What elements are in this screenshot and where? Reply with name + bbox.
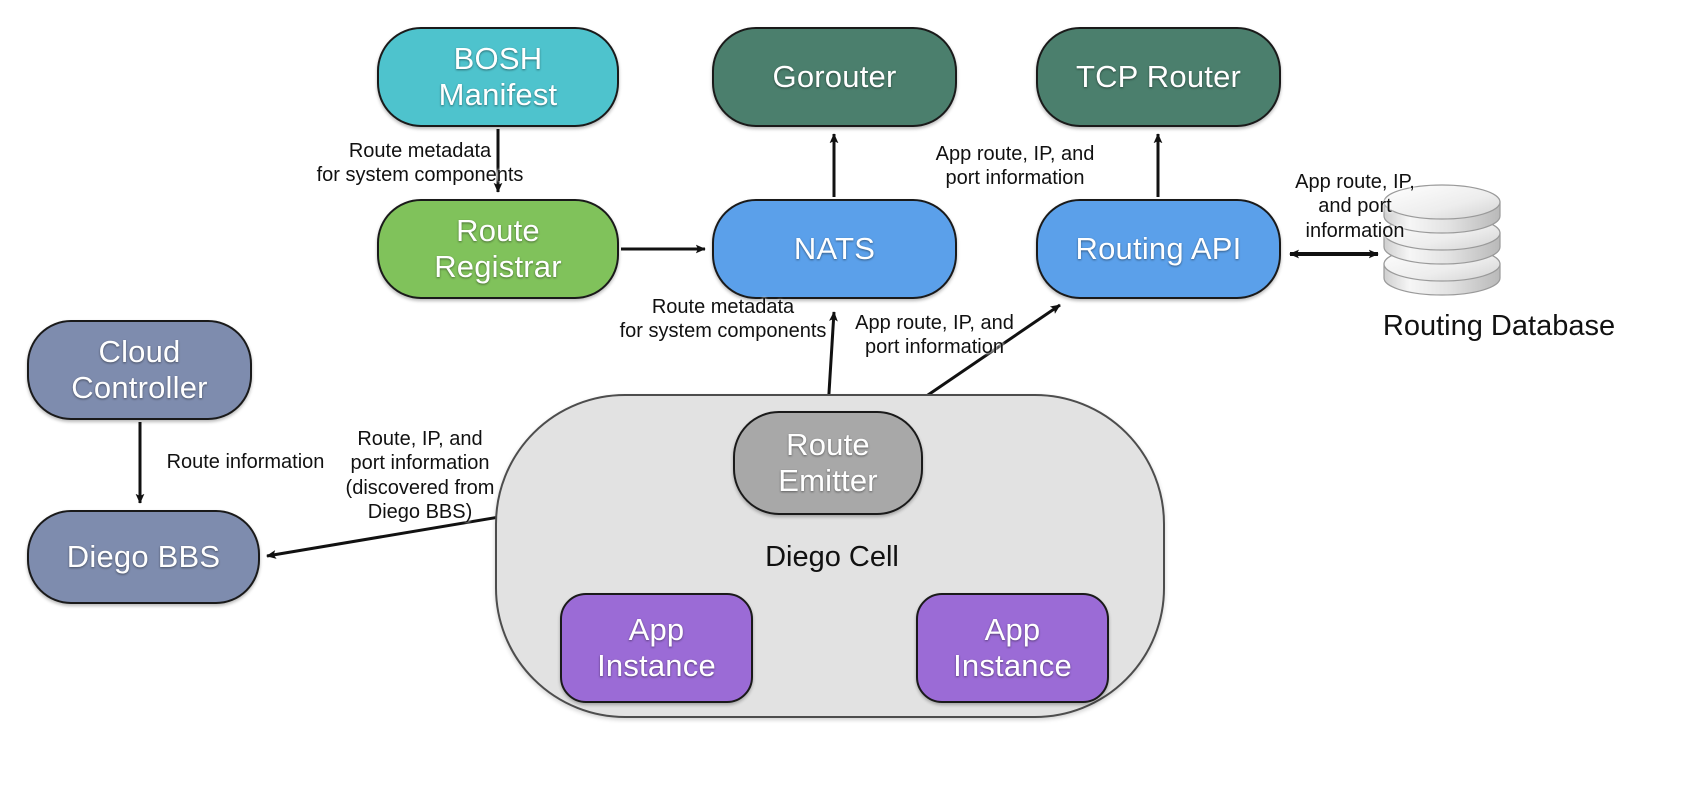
edge-label-bosh-to-registrar: Route metadata for system components [316, 140, 524, 187]
edge-label-cc-to-bbs: Route information [166, 451, 325, 473]
edge-label-nats-to-gorouter: App route, IP, and port information [935, 143, 1095, 190]
diego-cell-label: Diego Cell [765, 541, 899, 573]
node-routing-api[interactable]: Routing API [1036, 199, 1281, 299]
node-label: Routing API [1075, 231, 1242, 267]
node-label: App Instance [953, 612, 1072, 683]
node-nats[interactable]: NATS [712, 199, 957, 299]
edge-label-routingapi-to-db: App route, IP, and port information [1295, 171, 1415, 242]
node-tcp-router[interactable]: TCP Router [1036, 27, 1281, 127]
node-gorouter[interactable]: Gorouter [712, 27, 957, 127]
node-label: App Instance [597, 612, 716, 683]
node-app-instance-2[interactable]: App Instance [916, 593, 1109, 703]
routing-architecture-diagram: Diego Cell Routing Database BOSH Manifes… [0, 0, 1698, 808]
node-label: Route Emitter [778, 427, 878, 498]
node-label: Diego BBS [66, 539, 221, 575]
node-label: NATS [793, 231, 876, 267]
edge-label-emitter-to-nats: App route, IP, and port information [855, 312, 1014, 359]
node-app-instance-1[interactable]: App Instance [560, 593, 753, 703]
node-cloud-controller[interactable]: Cloud Controller [27, 320, 252, 420]
node-bosh-manifest[interactable]: BOSH Manifest [377, 27, 619, 127]
edge-label-emitter-to-bbs: Route, IP, and port information (discove… [345, 428, 495, 524]
node-route-registrar[interactable]: Route Registrar [377, 199, 619, 299]
node-label: Route Registrar [434, 213, 562, 284]
node-route-emitter[interactable]: Route Emitter [733, 411, 923, 515]
routing-database-label: Routing Database [1382, 310, 1616, 342]
node-label: Cloud Controller [71, 334, 208, 405]
node-label: BOSH Manifest [438, 41, 558, 112]
node-diego-bbs[interactable]: Diego BBS [27, 510, 260, 604]
edge-label-registrar-to-nats: Route metadata for system components [619, 296, 827, 343]
node-label: Gorouter [772, 59, 897, 95]
node-label: TCP Router [1075, 59, 1242, 95]
